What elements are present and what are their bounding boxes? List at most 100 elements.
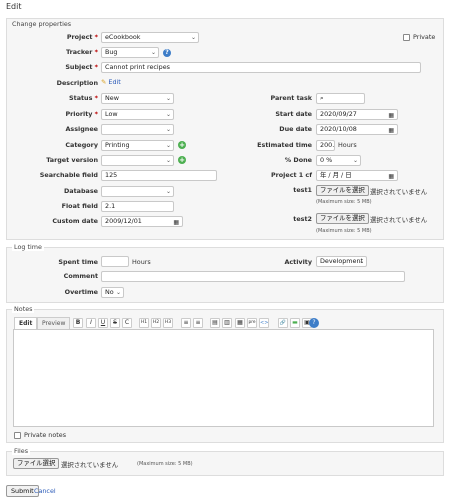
- spent-time-label: Spent time: [58, 258, 98, 266]
- due-date-input[interactable]: 2020/10/08 ▦: [316, 124, 398, 135]
- chevron-down-icon: ⌄: [150, 49, 156, 56]
- chevron-down-icon: ⌄: [165, 95, 171, 102]
- project-1-cf-label: Project 1 cf: [270, 171, 312, 179]
- indent-right-icon[interactable]: ▥: [222, 318, 232, 328]
- start-date-input[interactable]: 2020/09/27 ▦: [316, 109, 398, 120]
- chevron-down-icon: ⌄: [352, 157, 358, 164]
- description-edit-link[interactable]: ✎ Edit: [101, 78, 121, 86]
- private-notes-checkbox[interactable]: [14, 432, 21, 439]
- search-icon: ⌕: [320, 94, 324, 102]
- test2-label: test2: [293, 215, 312, 223]
- database-select[interactable]: ⌄: [101, 186, 174, 197]
- test2-file-status: 選択されていません: [370, 216, 428, 224]
- calendar-icon: ▦: [388, 173, 394, 180]
- status-label: Status *: [69, 94, 98, 102]
- notes-legend: Notes: [12, 305, 35, 313]
- database-label: Database: [63, 187, 98, 195]
- estimated-time-unit: Hours: [338, 141, 357, 149]
- chevron-down-icon: ⌄: [190, 34, 196, 41]
- target-version-select[interactable]: ⌄: [101, 155, 174, 166]
- subject-input[interactable]: Cannot print recipes: [101, 62, 421, 73]
- unordered-list-icon[interactable]: ≡: [181, 318, 191, 328]
- pencil-icon: ✎: [101, 78, 107, 86]
- add-category-icon[interactable]: +: [178, 141, 186, 149]
- due-date-label: Due date: [279, 125, 312, 133]
- custom-date-input[interactable]: 2009/12/01 ▦: [101, 216, 183, 227]
- searchable-field-input[interactable]: 125: [101, 170, 217, 181]
- assignee-select[interactable]: ⌄: [101, 124, 174, 135]
- activity-label: Activity: [284, 258, 312, 266]
- float-field-label: Float field: [61, 202, 98, 210]
- files-legend: Files: [12, 447, 31, 455]
- test2-file-button[interactable]: ファイルを選択: [316, 213, 369, 224]
- priority-select[interactable]: Low ⌄: [101, 109, 174, 120]
- parent-task-input[interactable]: ⌕: [316, 93, 365, 104]
- spent-time-input[interactable]: [101, 256, 129, 267]
- chevron-down-icon: ⌄: [165, 142, 171, 149]
- underline-button[interactable]: U: [98, 318, 108, 328]
- files-choose-button[interactable]: ファイル選択: [13, 458, 60, 469]
- custom-date-label: Custom date: [52, 217, 98, 225]
- test1-label: test1: [293, 186, 312, 194]
- activity-select[interactable]: Development ⌄: [316, 256, 367, 267]
- chevron-down-icon: ⌄: [165, 157, 171, 164]
- estimated-time-label: Estimated time: [257, 141, 312, 149]
- comment-input[interactable]: [101, 271, 405, 282]
- strike-button[interactable]: S: [110, 318, 120, 328]
- chevron-down-icon: ⌄: [115, 289, 121, 296]
- link-icon[interactable]: 🔗: [278, 318, 288, 328]
- properties-legend: Change properties: [12, 20, 72, 28]
- overtime-label: Overtime: [64, 288, 98, 296]
- test1-file-button[interactable]: ファイルを選択: [316, 185, 369, 196]
- start-date-label: Start date: [275, 110, 312, 118]
- h2-button[interactable]: H2: [151, 318, 161, 328]
- image-icon[interactable]: ▬: [290, 318, 300, 328]
- category-select[interactable]: Printing ⌄: [101, 140, 174, 151]
- calendar-icon: ▦: [388, 112, 394, 119]
- help-icon[interactable]: ?: [309, 318, 319, 328]
- float-field-input[interactable]: 2.1: [101, 201, 174, 212]
- tab-preview[interactable]: Preview: [37, 317, 71, 329]
- test1-max-size: (Maximum size: 5 MB): [316, 199, 372, 205]
- chevron-down-icon: ⌄: [165, 126, 171, 133]
- assignee-label: Assignee: [65, 125, 98, 133]
- log-time-legend: Log time: [12, 243, 44, 251]
- table-icon[interactable]: ▦: [235, 318, 245, 328]
- overtime-select[interactable]: No ⌄: [101, 287, 124, 298]
- italic-button[interactable]: I: [86, 318, 96, 328]
- h3-button[interactable]: H3: [163, 318, 173, 328]
- chevron-down-icon: ⌄: [358, 258, 364, 265]
- pre-button[interactable]: pre: [247, 318, 257, 328]
- private-label: Private: [413, 33, 436, 41]
- subject-label: Subject *: [65, 63, 98, 71]
- done-select[interactable]: 0 % ⌄: [316, 155, 361, 166]
- private-checkbox[interactable]: [403, 34, 410, 41]
- help-icon[interactable]: ?: [163, 49, 171, 57]
- code-block-icon[interactable]: <>: [259, 318, 269, 328]
- parent-task-label: Parent task: [270, 94, 312, 102]
- page-title: Edit: [6, 2, 22, 11]
- done-label: % Done: [284, 156, 312, 164]
- tracker-label: Tracker *: [65, 48, 98, 56]
- project-1-cf-date-input[interactable]: 年 / 月 / 日 ▦: [316, 170, 398, 181]
- files-status: 選択されていません: [61, 461, 119, 469]
- test1-file-status: 選択されていません: [370, 188, 428, 196]
- chevron-down-icon: ⌄: [165, 188, 171, 195]
- tracker-select[interactable]: Bug ⌄: [101, 47, 159, 58]
- h1-button[interactable]: H1: [139, 318, 149, 328]
- spent-time-unit: Hours: [132, 258, 151, 266]
- calendar-icon: ▦: [388, 127, 394, 134]
- notes-textarea[interactable]: [13, 329, 434, 427]
- estimated-time-input[interactable]: 200.: [316, 140, 335, 151]
- project-label: Project *: [66, 33, 98, 41]
- code-button[interactable]: C: [122, 318, 132, 328]
- project-select[interactable]: eCookbook ⌄: [101, 32, 199, 43]
- bold-button[interactable]: B: [73, 318, 83, 328]
- ordered-list-icon[interactable]: ≡: [193, 318, 203, 328]
- status-select[interactable]: New ⌄: [101, 93, 174, 104]
- tab-edit[interactable]: Edit: [14, 317, 38, 329]
- test2-max-size: (Maximum size: 5 MB): [316, 228, 372, 234]
- cancel-link[interactable]: Cancel: [34, 487, 56, 495]
- add-version-icon[interactable]: +: [178, 156, 186, 164]
- indent-left-icon[interactable]: ▤: [210, 318, 220, 328]
